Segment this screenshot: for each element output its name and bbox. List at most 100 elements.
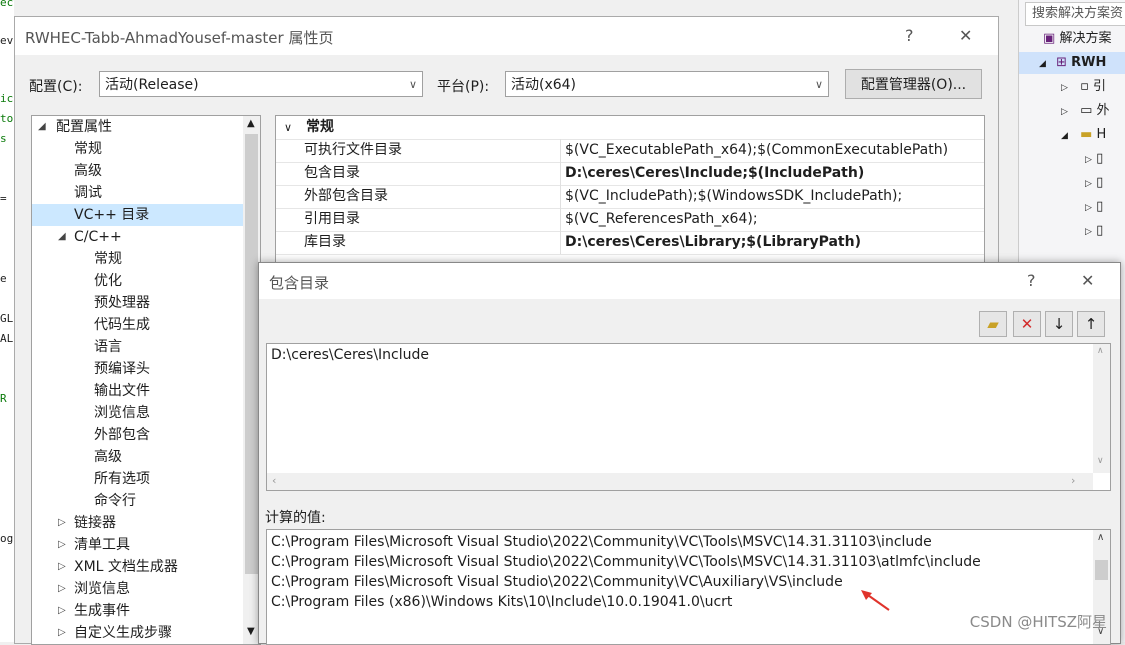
chevron-right-icon: ▷ <box>1085 227 1092 237</box>
scroll-up-icon[interactable]: ▲ <box>247 118 255 129</box>
tree-item[interactable]: 输出文件 <box>32 380 243 402</box>
tree-item[interactable]: 代码生成 <box>32 314 243 336</box>
grid-row[interactable]: 库目录 D:\ceres\Ceres\Library;$(LibraryPath) <box>276 231 984 255</box>
close-button[interactable]: ✕ <box>1081 271 1094 290</box>
config-manager-button[interactable]: 配置管理器(O)... <box>845 69 982 99</box>
tree-item[interactable]: 高级 <box>32 160 243 182</box>
scroll-right-icon[interactable]: › <box>1071 474 1075 487</box>
code-fragment: GL <box>0 312 14 325</box>
arrow-down-icon[interactable]: ↓ <box>1045 311 1073 337</box>
chevron-right-icon[interactable]: ▷ <box>58 534 66 556</box>
grid-row-value: $(VC_ExecutablePath_x64);$(CommonExecuta… <box>565 142 949 158</box>
chevron-right-icon[interactable]: ▷ <box>58 622 66 644</box>
arrow-up-icon[interactable]: ↑ <box>1077 311 1105 337</box>
tree-item[interactable]: 高级 <box>32 446 243 468</box>
tree-item-label: 链接器 <box>74 515 116 531</box>
tree-item-label: 浏览信息 <box>74 581 130 597</box>
tree-item[interactable]: 常规 <box>32 138 243 160</box>
tree-item[interactable]: 语言 <box>32 336 243 358</box>
solution-search-input[interactable]: 搜索解决方案资 <box>1025 2 1125 26</box>
include-paths-editor[interactable]: D:\ceres\Ceres\Include ∧ ∨ ‹ › <box>266 343 1111 491</box>
computed-values-label: 计算的值: <box>265 510 326 526</box>
tree-item-label: 外部包含 <box>94 427 150 443</box>
tree-item-label: 所有选项 <box>94 471 150 487</box>
file-node[interactable]: ▷ ▯ <box>1085 220 1103 242</box>
chevron-down-icon: ◢ <box>1039 59 1046 69</box>
tree-item-label: 高级 <box>74 163 102 179</box>
chevron-right-icon: ▷ <box>1085 155 1092 165</box>
chevron-right-icon[interactable]: ▷ <box>58 556 66 578</box>
tree-item[interactable]: 所有选项 <box>32 468 243 490</box>
grid-row[interactable]: 外部包含目录 $(VC_IncludePath);$(WindowsSDK_Inc… <box>276 185 984 209</box>
scroll-down-icon[interactable]: ▼ <box>247 626 255 637</box>
folder-icon: ▭ <box>1080 103 1093 118</box>
scroll-left-icon[interactable]: ‹ <box>272 474 276 487</box>
header-file-icon: ▯ <box>1096 151 1104 166</box>
tree-item[interactable]: ▷ 浏览信息 <box>32 578 243 600</box>
chevron-right-icon[interactable]: ▷ <box>58 578 66 600</box>
solution-item[interactable]: ▷ ▫ 引 <box>1061 76 1106 98</box>
tree-item[interactable]: ▷ 清单工具 <box>32 534 243 556</box>
solution-item[interactable]: ◢ ▬ H <box>1061 124 1106 146</box>
tree-item[interactable]: 常规 <box>32 248 243 270</box>
chevron-down-icon: ◢ <box>1061 131 1068 141</box>
scroll-thumb[interactable] <box>1095 560 1108 580</box>
solution-item-label: H <box>1096 127 1107 142</box>
chevron-down-icon: ◢ <box>38 121 46 132</box>
grid-row-value: $(VC_ReferencesPath_x64); <box>565 211 758 227</box>
tree-item[interactable]: ▷ 生成事件 <box>32 600 243 622</box>
scroll-thumb[interactable] <box>245 134 258 574</box>
project-node[interactable]: ◢ ⊞ RWH <box>1019 52 1125 74</box>
tree-item[interactable]: 预处理器 <box>32 292 243 314</box>
help-button[interactable]: ? <box>1027 271 1036 290</box>
grid-row-value: D:\ceres\Ceres\Library;$(LibraryPath) <box>565 234 861 250</box>
editor-vscrollbar[interactable]: ∧ ∨ <box>1093 344 1110 473</box>
code-fragment: AL <box>0 332 14 345</box>
config-select[interactable]: 活动(Release) ∨ <box>99 71 423 97</box>
close-button[interactable]: ✕ <box>959 26 972 45</box>
chevron-down-icon[interactable]: ◢ <box>58 226 66 248</box>
platform-select[interactable]: 活动(x64) ∨ <box>505 71 829 97</box>
tree-item[interactable]: ▷ 自定义生成步骤 <box>32 622 243 644</box>
scroll-down-icon[interactable]: ∨ <box>1097 456 1104 466</box>
file-node[interactable]: ▷ ▯ <box>1085 148 1103 170</box>
new-folder-icon[interactable]: ▰ <box>979 311 1007 337</box>
chevron-right-icon[interactable]: ▷ <box>58 512 66 534</box>
solution-root[interactable]: ▣ 解决方案 <box>1043 28 1111 50</box>
tree-item[interactable]: 命令行 <box>32 490 243 512</box>
tree-root-label: 配置属性 <box>56 119 112 135</box>
editor-hscrollbar[interactable]: ‹ › <box>267 473 1093 490</box>
solution-item[interactable]: ▷ ▭ 外 <box>1061 100 1110 122</box>
grid-row[interactable]: 可执行文件目录 $(VC_ExecutablePath_x64);$(Common… <box>276 139 984 163</box>
grid-divider <box>560 162 561 185</box>
grid-row-name: 外部包含目录 <box>304 188 388 204</box>
grid-section-header[interactable]: ∨ 常规 <box>276 116 984 140</box>
tree-item[interactable]: 浏览信息 <box>32 402 243 424</box>
help-button[interactable]: ? <box>905 26 914 45</box>
tree-item-label: 优化 <box>94 273 122 289</box>
include-path-line[interactable]: D:\ceres\Ceres\Include <box>271 347 429 363</box>
file-node[interactable]: ▷ ▯ <box>1085 196 1103 218</box>
tree-root[interactable]: ◢ 配置属性 <box>32 116 243 138</box>
grid-row[interactable]: 引用目录 $(VC_ReferencesPath_x64); <box>276 208 984 232</box>
file-node[interactable]: ▷ ▯ <box>1085 172 1103 194</box>
chevron-right-icon[interactable]: ▷ <box>58 600 66 622</box>
delete-icon[interactable]: ✕ <box>1013 311 1041 337</box>
tree-item[interactable]: 外部包含 <box>32 424 243 446</box>
grid-row[interactable]: 包含目录 D:\ceres\Ceres\Include;$(IncludePath… <box>276 162 984 186</box>
tree-item-label: 浏览信息 <box>94 405 150 421</box>
grid-row-value: $(VC_IncludePath);$(WindowsSDK_IncludePa… <box>565 188 903 204</box>
tree-item[interactable]: ▷ XML 文档生成器 <box>32 556 243 578</box>
tree-item[interactable]: 预编译头 <box>32 358 243 380</box>
tree-item-label: VC++ 目录 <box>74 207 150 223</box>
solution-root-label: 解决方案 <box>1059 31 1112 46</box>
tree-item[interactable]: ◢ C/C++ <box>32 226 243 248</box>
tree-item[interactable]: 调试 <box>32 182 243 204</box>
scroll-up-icon[interactable]: ∧ <box>1097 532 1104 543</box>
tree-item[interactable]: ▷ 链接器 <box>32 512 243 534</box>
scroll-up-icon[interactable]: ∧ <box>1097 346 1104 356</box>
tree-item[interactable]: VC++ 目录 <box>32 204 243 226</box>
dialog-title: 包含目录 <box>269 274 330 292</box>
chevron-down-icon: ∨ <box>284 121 293 134</box>
tree-item[interactable]: 优化 <box>32 270 243 292</box>
